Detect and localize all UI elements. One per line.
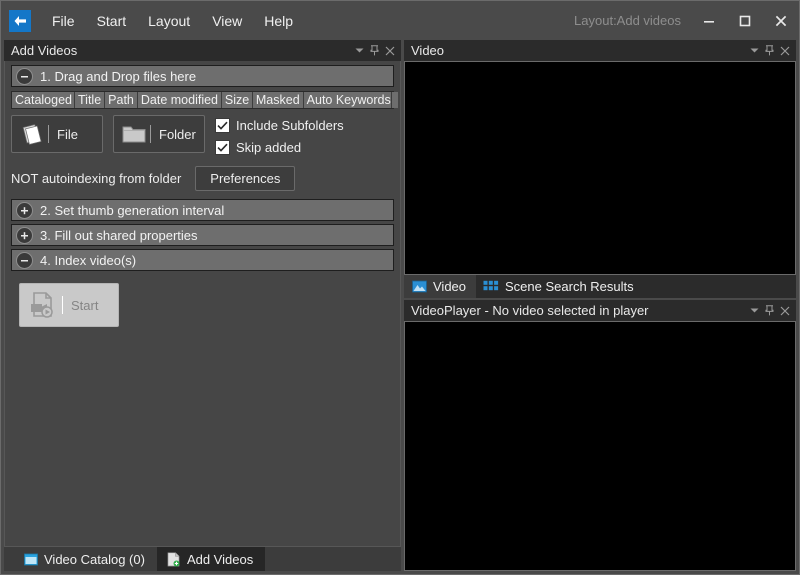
videoplayer-display-area[interactable]: [404, 321, 796, 571]
add-video-document-icon: [166, 551, 181, 567]
bottom-tab-label: Add Videos: [186, 551, 254, 567]
menu-bar: File Start Layout View Help: [41, 10, 304, 32]
add-videos-panel-header: Add Videos: [4, 40, 401, 61]
document-icon: [18, 120, 46, 148]
video-display-area[interactable]: [404, 61, 796, 275]
close-icon[interactable]: [382, 43, 397, 59]
title-bar: File Start Layout View Help Layout:Add v…: [1, 1, 799, 40]
close-icon[interactable]: [763, 6, 799, 36]
video-tab-bar: Video Scene Search Results: [404, 275, 796, 298]
pin-icon[interactable]: [762, 303, 777, 319]
button-separator: [48, 125, 49, 143]
options-checkbox-group: Include Subfolders Skip added: [215, 115, 344, 155]
videoplayer-panel-header: VideoPlayer - No video selected in playe…: [404, 300, 796, 321]
bottom-tab-bar: Video Catalog (0) Add Videos: [4, 547, 401, 571]
checkbox-skip-added[interactable]: Skip added: [215, 140, 344, 155]
column-header-auto-keywords[interactable]: Auto Keywords: [303, 92, 392, 108]
menu-item-help[interactable]: Help: [253, 10, 304, 32]
close-icon[interactable]: [777, 303, 792, 319]
scene-search-icon: [483, 280, 499, 294]
menu-item-start[interactable]: Start: [86, 10, 138, 32]
add-videos-panel: Add Videos 1. Drag and Drop files here C…: [4, 40, 401, 547]
button-separator: [150, 125, 151, 143]
autoindex-status-label: NOT autoindexing from folder: [11, 171, 182, 186]
pin-icon[interactable]: [367, 43, 382, 59]
minus-icon[interactable]: [16, 67, 33, 85]
checkbox-label: Include Subfolders: [236, 118, 344, 133]
catalog-icon: [23, 552, 38, 567]
section-label: 1. Drag and Drop files here: [40, 68, 197, 84]
checkbox-box[interactable]: [215, 118, 230, 133]
chevron-down-icon[interactable]: [352, 43, 367, 59]
videoplayer-panel-title: VideoPlayer - No video selected in playe…: [411, 303, 649, 318]
column-header-filler: [391, 92, 398, 108]
left-column: Add Videos 1. Drag and Drop files here C…: [4, 40, 401, 571]
minus-icon[interactable]: [16, 251, 33, 269]
section-thumb-interval[interactable]: 2. Set thumb generation interval: [11, 199, 394, 221]
column-header-cataloged[interactable]: Cataloged: [12, 92, 75, 108]
start-zone: Start: [11, 274, 394, 546]
minimize-icon[interactable]: [691, 6, 727, 36]
add-folder-button[interactable]: Folder: [113, 115, 205, 153]
bottom-tab-add-videos[interactable]: Add Videos: [156, 547, 266, 571]
plus-icon[interactable]: [16, 226, 33, 244]
video-panel-title: Video: [411, 43, 445, 58]
application-window: File Start Layout View Help Layout:Add v…: [0, 0, 800, 575]
add-videos-panel-title: Add Videos: [11, 43, 78, 58]
tab-label: Video: [433, 279, 467, 294]
column-header-size[interactable]: Size: [221, 92, 253, 108]
plus-icon[interactable]: [16, 201, 33, 219]
section-drag-and-drop[interactable]: 1. Drag and Drop files here: [11, 65, 394, 87]
video-file-play-icon: [27, 289, 59, 321]
preferences-button[interactable]: Preferences: [195, 166, 296, 191]
add-file-button-label: File: [57, 126, 78, 142]
bottom-tab-label: Video Catalog (0): [44, 551, 145, 567]
column-header-path[interactable]: Path: [105, 92, 138, 108]
add-file-button[interactable]: File: [11, 115, 103, 153]
pin-icon[interactable]: [762, 43, 777, 59]
video-panel: Video Video Scene Search Results: [404, 40, 796, 298]
chevron-down-icon[interactable]: [747, 43, 762, 59]
column-header-masked[interactable]: Masked: [252, 92, 304, 108]
source-selection-row: File Folder Include Subfolders Skip adde…: [11, 115, 394, 155]
back-arrow-icon[interactable]: [9, 9, 31, 32]
window-body: Add Videos 1. Drag and Drop files here C…: [1, 40, 799, 574]
checkbox-include-subfolders[interactable]: Include Subfolders: [215, 118, 344, 133]
start-button[interactable]: Start: [19, 283, 119, 327]
tab-label: Scene Search Results: [505, 279, 634, 294]
column-header-title[interactable]: Title: [75, 92, 106, 108]
checkbox-box[interactable]: [215, 140, 230, 155]
tab-scene-search-results[interactable]: Scene Search Results: [476, 275, 644, 298]
checkbox-label: Skip added: [236, 140, 302, 155]
folder-icon: [120, 120, 148, 148]
image-icon: [411, 280, 427, 294]
section-index-videos[interactable]: 4. Index video(s): [11, 249, 394, 271]
maximize-icon[interactable]: [727, 6, 763, 36]
section-label: 2. Set thumb generation interval: [40, 202, 225, 218]
column-header-date-modified[interactable]: Date modified: [137, 92, 222, 108]
menu-item-view[interactable]: View: [201, 10, 253, 32]
bottom-tab-video-catalog[interactable]: Video Catalog (0): [14, 547, 157, 571]
button-separator: [62, 296, 63, 314]
layout-status-label: Layout:Add videos: [574, 13, 681, 28]
file-list-column-headers: Cataloged Title Path Date modified Size …: [11, 91, 398, 109]
right-column: Video Video Scene Search Results VideoPl…: [404, 40, 796, 571]
section-shared-properties[interactable]: 3. Fill out shared properties: [11, 224, 394, 246]
section-label: 3. Fill out shared properties: [40, 227, 198, 243]
close-icon[interactable]: [777, 43, 792, 59]
chevron-down-icon[interactable]: [747, 303, 762, 319]
start-button-label: Start: [71, 297, 99, 313]
videoplayer-panel: VideoPlayer - No video selected in playe…: [404, 300, 796, 571]
menu-item-file[interactable]: File: [41, 10, 86, 32]
menu-item-layout[interactable]: Layout: [137, 10, 201, 32]
video-panel-header: Video: [404, 40, 796, 61]
add-videos-content: 1. Drag and Drop files here Cataloged Ti…: [4, 61, 401, 547]
tab-video[interactable]: Video: [404, 275, 477, 298]
autoindex-row: NOT autoindexing from folder Preferences: [11, 166, 394, 191]
section-label: 4. Index video(s): [40, 252, 137, 268]
add-folder-button-label: Folder: [159, 126, 196, 142]
